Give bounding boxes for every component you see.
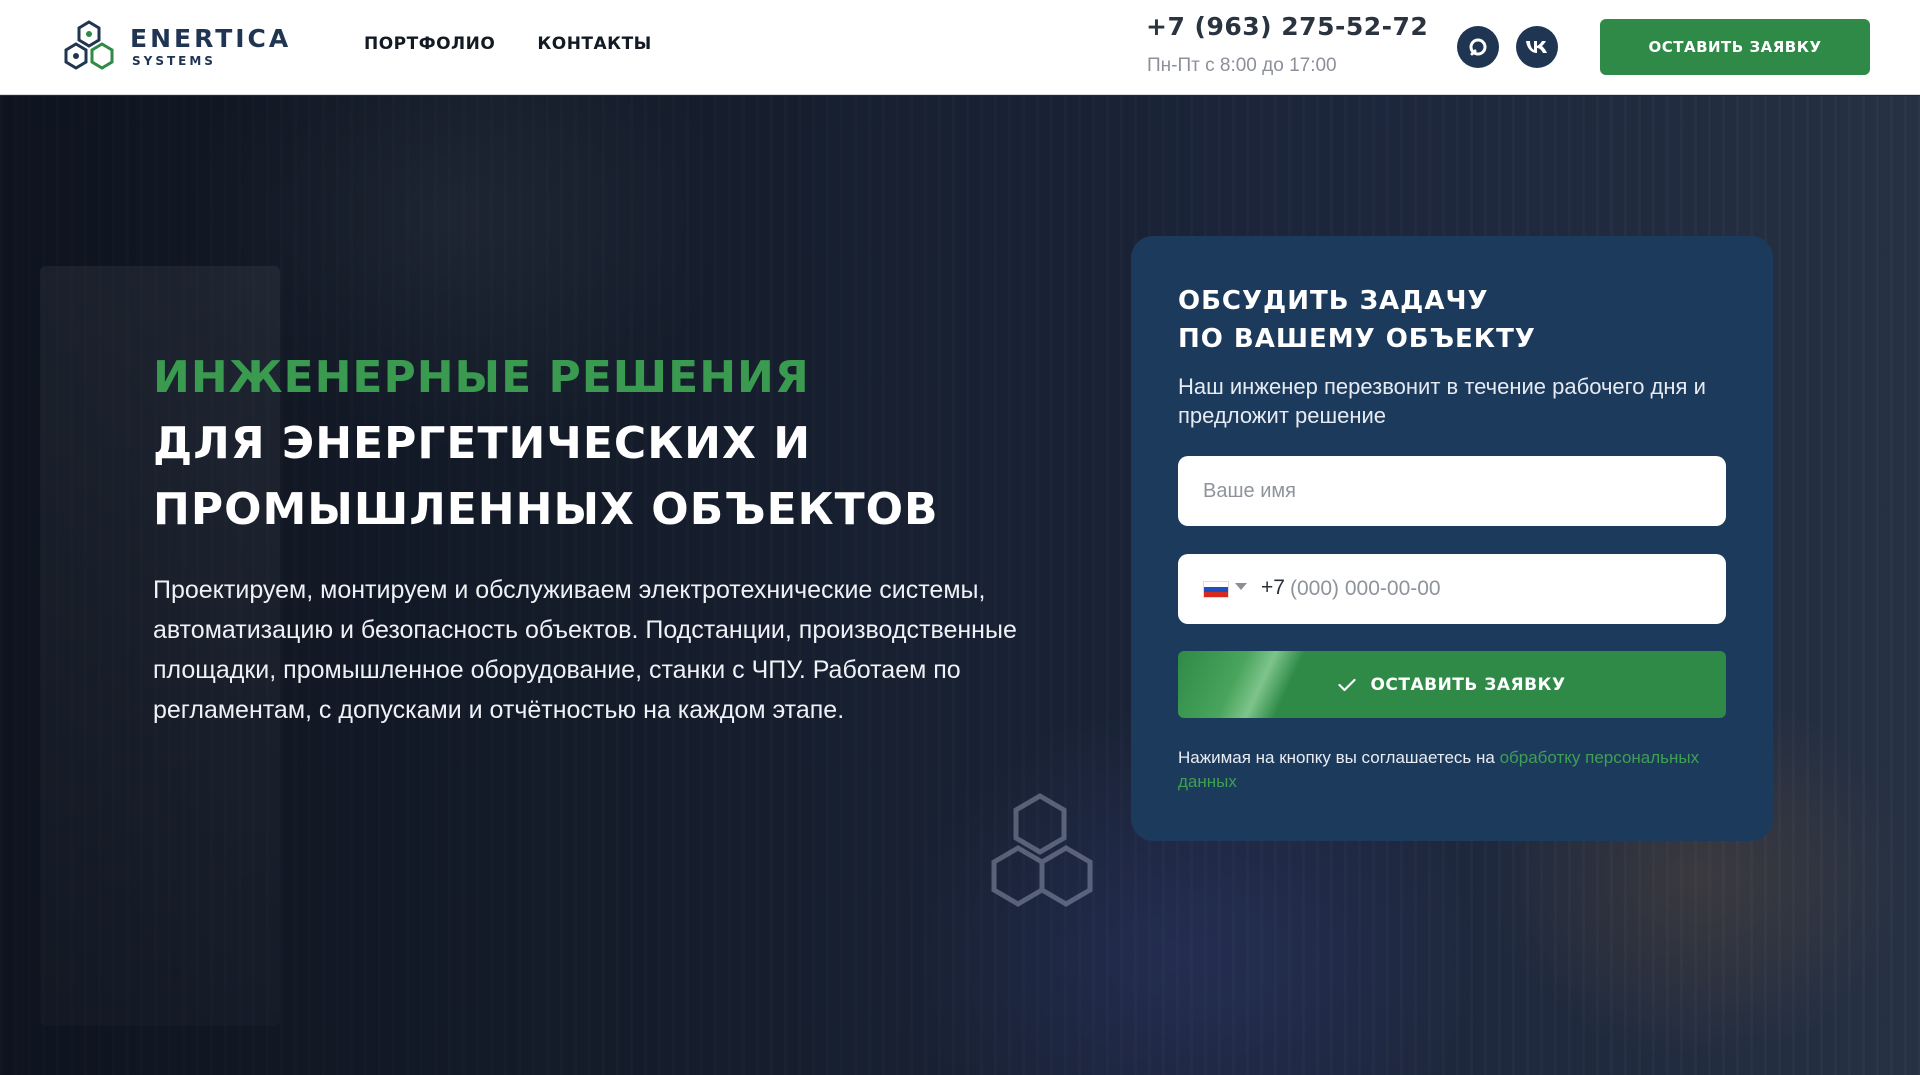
form-subtitle: Наш инженер перезвонит в течение рабочег…	[1178, 374, 1706, 428]
max-messenger-button[interactable]	[1457, 26, 1499, 68]
logo-name: ENERTICA	[130, 24, 292, 53]
header-phone[interactable]: +7 (963) 275-52-72	[1146, 12, 1428, 41]
nav-portfolio[interactable]: ПОРТФОЛИО	[364, 34, 495, 54]
consent-text: Нажимая на кнопку вы соглашаетесь на обр…	[1178, 746, 1718, 794]
submit-button-label: ОСТАВИТЬ ЗАЯВКУ	[1370, 674, 1566, 695]
form-title-line-2: ПО ВАШЕМУ ОБЪЕКТУ	[1178, 324, 1536, 354]
submit-request-button[interactable]: ОСТАВИТЬ ЗАЯВКУ	[1178, 651, 1726, 718]
header-request-button[interactable]: ОСТАВИТЬ ЗАЯВКУ	[1600, 19, 1870, 75]
phone-input[interactable]	[1290, 564, 1690, 614]
max-messenger-icon	[1469, 38, 1487, 56]
hero-description: Проектируем, монтируем и обслуживаем эле…	[153, 570, 1093, 730]
site-header: ENERTICA SYSTEMS ПОРТФОЛИО КОНТАКТЫ +7 (…	[0, 0, 1920, 95]
hero-description-line: регламентам, с допусками и отчётностью н…	[153, 696, 845, 724]
main-nav: ПОРТФОЛИО КОНТАКТЫ	[364, 34, 652, 54]
working-hours: Пн-Пт с 8:00 до 17:00	[1147, 55, 1337, 76]
name-input[interactable]	[1178, 456, 1726, 526]
request-form: ОБСУДИТЬ ЗАДАЧУ ПО ВАШЕМУ ОБЪЕКТУ Наш ин…	[1131, 236, 1773, 841]
phone-field: +7	[1178, 554, 1726, 624]
hero-title-line-3: ПРОМЫШЛЕННЫХ ОБЪЕКТОВ	[153, 484, 939, 535]
form-title-line-1: ОБСУДИТЬ ЗАДАЧУ	[1178, 286, 1489, 316]
chevron-down-icon[interactable]	[1235, 583, 1247, 590]
consent-text-prefix: Нажимая на кнопку вы соглашаетесь на	[1178, 748, 1500, 767]
vk-icon	[1526, 41, 1547, 53]
vk-button[interactable]	[1516, 26, 1558, 68]
hero-title-accent: ИНЖЕНЕРНЫЕ РЕШЕНИЯ	[153, 352, 810, 403]
hero-description-line: Проектируем, монтируем и обслуживаем эле…	[153, 576, 986, 604]
hero-description-line: площадки, промышленное оборудование, ста…	[153, 656, 961, 684]
logo[interactable]: ENERTICA SYSTEMS	[62, 18, 302, 76]
logo-subtitle: SYSTEMS	[132, 54, 216, 68]
hero-title-line-2: ДЛЯ ЭНЕРГЕТИЧЕСКИХ И	[153, 418, 812, 469]
phone-country-code: +7	[1261, 576, 1285, 599]
hero-description-line: автоматизацию и безопасность объектов. П…	[153, 616, 1017, 644]
check-icon	[1338, 678, 1357, 691]
logo-mark-icon	[64, 20, 114, 70]
nav-contacts[interactable]: КОНТАКТЫ	[537, 34, 651, 54]
russia-flag-icon[interactable]	[1203, 581, 1229, 598]
